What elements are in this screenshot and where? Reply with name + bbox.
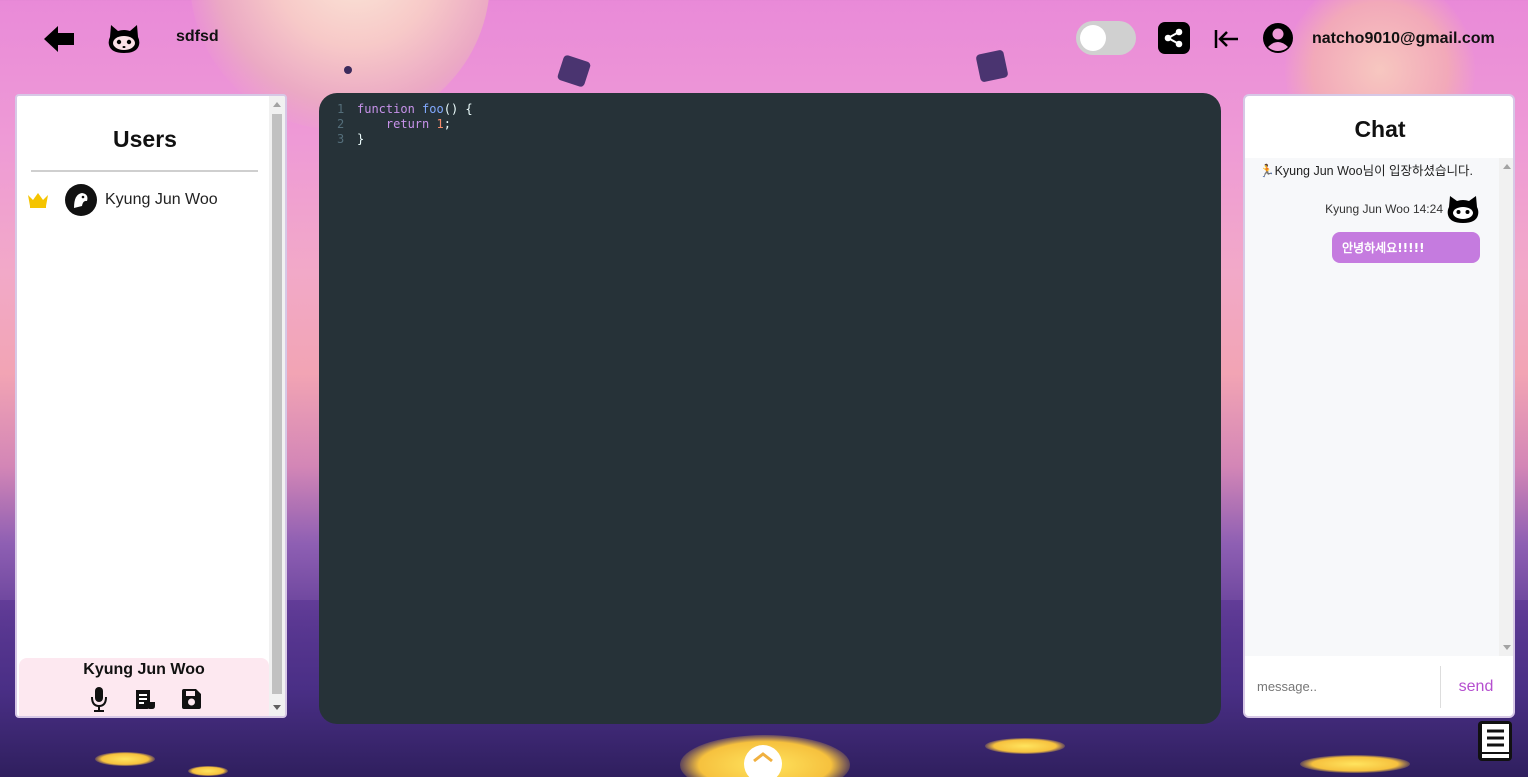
code-lines[interactable]: 1 function foo() { 2 return 1; 3 } — [337, 102, 473, 147]
code-line: 2 return 1; — [337, 117, 473, 132]
back-arrow-icon — [44, 26, 74, 52]
top-bar: sdfsd natcho9010@gmail.com — [0, 0, 1528, 78]
current-user-actions — [87, 686, 203, 712]
crown-icon — [28, 193, 48, 208]
theme-toggle[interactable] — [1076, 21, 1136, 55]
scroll-up-button[interactable] — [744, 745, 782, 777]
code-text: function foo() { — [357, 102, 473, 116]
line-number: 2 — [337, 117, 345, 131]
line-number: 1 — [337, 102, 345, 116]
send-button[interactable]: send — [1441, 666, 1511, 708]
current-user-name: Kyung Jun Woo — [83, 661, 205, 678]
back-button[interactable] — [40, 20, 78, 58]
scroll-down-arrow[interactable] — [273, 705, 281, 710]
book-icon — [1478, 721, 1512, 761]
scroll-thumb[interactable] — [272, 114, 282, 694]
toggle-knob — [1080, 25, 1106, 51]
avatar — [65, 184, 97, 216]
chat-messages[interactable]: 🏃Kyung Jun Woo님이 입장하셨습니다. Kyung Jun Woo … — [1245, 158, 1499, 656]
chat-title: Chat — [1354, 116, 1406, 142]
account-circle-icon[interactable] — [1262, 22, 1294, 54]
scroll-down-arrow[interactable] — [1503, 645, 1511, 650]
line-number: 3 — [337, 132, 345, 146]
message-input[interactable] — [1251, 666, 1437, 706]
share-icon — [1164, 28, 1183, 48]
user-name: Kyung Jun Woo — [105, 191, 218, 208]
code-text: } — [357, 132, 365, 146]
microphone-button[interactable] — [87, 686, 111, 712]
save-icon — [182, 689, 201, 709]
users-panel: Users Kyung Jun Woo Kyung Jun Woo — [15, 94, 287, 718]
logout-icon — [1214, 30, 1238, 48]
background-glow — [95, 752, 155, 766]
users-scrollbar[interactable] — [269, 96, 285, 716]
chat-input-row: send — [1245, 658, 1513, 716]
chevron-up-icon — [753, 752, 773, 763]
logout-button[interactable] — [1212, 24, 1242, 54]
notes-icon — [136, 690, 155, 709]
scroll-up-arrow[interactable] — [1503, 164, 1511, 169]
code-editor[interactable]: 1 function foo() { 2 return 1; 3 } — [319, 93, 1221, 724]
user-email: natcho9010@gmail.com — [1312, 30, 1495, 47]
chat-scrollbar[interactable] — [1499, 158, 1513, 656]
code-line: 1 function foo() { — [337, 102, 473, 117]
save-button[interactable] — [179, 686, 203, 712]
scroll-up-arrow[interactable] — [273, 102, 281, 107]
share-button[interactable] — [1158, 22, 1190, 54]
message-meta: Kyung Jun Woo 14:24 — [1325, 202, 1443, 216]
code-line: 3 } — [337, 132, 473, 147]
users-title: Users — [113, 126, 177, 152]
background-glow — [188, 766, 228, 776]
octocat-avatar-icon — [1447, 194, 1479, 224]
octocat-logo-icon — [106, 22, 142, 56]
notes-button[interactable] — [133, 686, 157, 712]
microphone-icon — [91, 687, 107, 712]
room-name: sdfsd — [176, 28, 219, 45]
code-text: return 1; — [385, 117, 451, 131]
user-list-item[interactable]: Kyung Jun Woo — [27, 182, 267, 218]
current-user-box: Kyung Jun Woo — [19, 658, 269, 716]
message-bubble: 안녕하세요!!!!! — [1332, 232, 1480, 263]
notes-panel-button[interactable] — [1477, 720, 1513, 762]
system-message: 🏃Kyung Jun Woo님이 입장하셨습니다. — [1259, 164, 1474, 178]
background-glow — [985, 738, 1065, 754]
chat-panel: Chat 🏃Kyung Jun Woo님이 입장하셨습니다. Kyung Jun… — [1243, 94, 1515, 718]
divider — [31, 170, 258, 172]
background-glow — [1300, 755, 1410, 773]
